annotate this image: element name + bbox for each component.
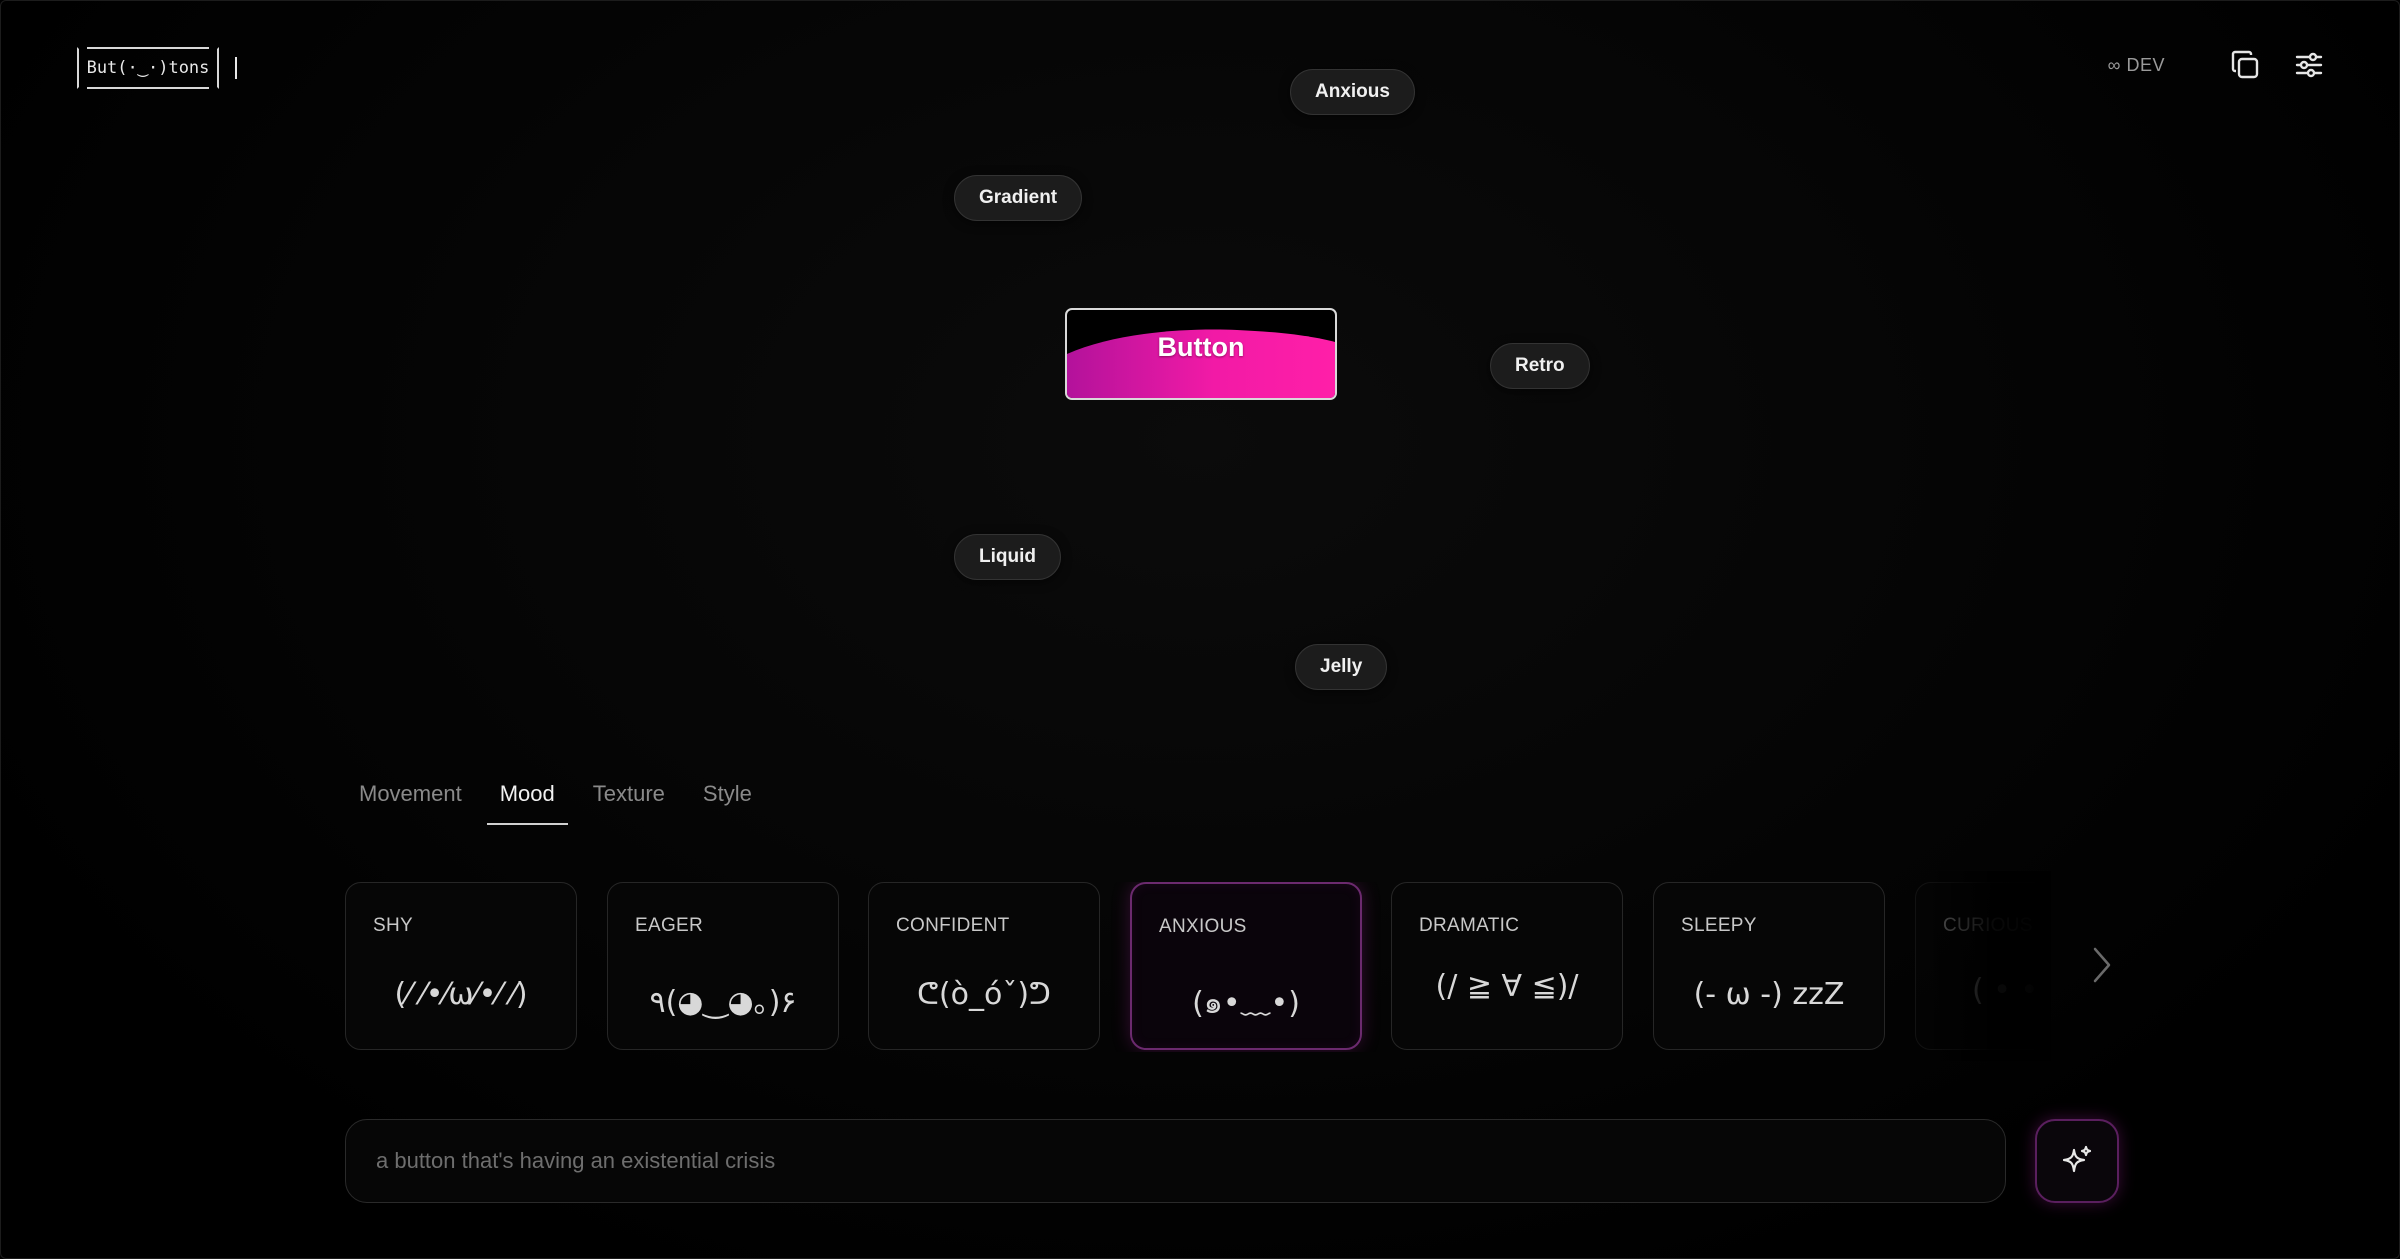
card-kaomoji: (- ω -) zzZ <box>1693 977 1845 1012</box>
chevron-right-icon <box>2093 947 2111 983</box>
card-title: DRAMATIC <box>1419 915 1520 936</box>
preview-button[interactable]: Button <box>1065 308 1337 400</box>
carousel-next-button[interactable] <box>2087 945 2117 985</box>
sliders-icon <box>2295 52 2323 78</box>
mood-card-carousel: SHY (⁄ ⁄•⁄ω⁄•⁄ ⁄) EAGER ٩(◕‿◕｡)۶ CONFIDE… <box>345 882 2045 1052</box>
logo-cursor <box>235 57 237 79</box>
mood-card-sleepy[interactable]: SLEEPY (- ω -) zzZ <box>1653 882 1885 1050</box>
category-tabs: Movement Mood Texture Style <box>346 771 777 825</box>
mood-card-confident[interactable]: CONFIDENT ᕦ(ò_óˇ)ᕤ <box>868 882 1100 1050</box>
card-title: SLEEPY <box>1681 915 1757 936</box>
card-title: CURIOUS <box>1943 915 2033 936</box>
mood-card-eager[interactable]: EAGER ٩(◕‿◕｡)۶ <box>607 882 839 1050</box>
tab-mood[interactable]: Mood <box>486 771 568 825</box>
card-title: ANXIOUS <box>1159 916 1247 937</box>
card-title: CONFIDENT <box>896 915 1010 936</box>
card-kaomoji: ( • • <box>1972 973 2039 1008</box>
card-kaomoji: ᕦ(ò_óˇ)ᕤ <box>917 977 1051 1012</box>
prompt-box <box>345 1119 2006 1203</box>
card-title: SHY <box>373 915 413 936</box>
tab-movement[interactable]: Movement <box>346 771 475 825</box>
card-kaomoji: (⁄ ⁄•⁄ω⁄•⁄ ⁄) <box>394 977 528 1012</box>
copy-button[interactable] <box>2225 45 2265 85</box>
mood-card-curious[interactable]: CURIOUS ( • • <box>1915 882 2045 1050</box>
mood-card-shy[interactable]: SHY (⁄ ⁄•⁄ω⁄•⁄ ⁄) <box>345 882 577 1050</box>
dev-badge: ∞ DEV <box>2107 54 2165 75</box>
chip-retro[interactable]: Retro <box>1490 343 1590 389</box>
logo-text: But(·‿·)tons <box>86 58 210 78</box>
chip-gradient[interactable]: Gradient <box>954 175 1083 221</box>
mood-card-anxious[interactable]: ANXIOUS (๑•﹏•) <box>1130 882 1362 1050</box>
prompt-input[interactable] <box>374 1147 1977 1175</box>
card-kaomoji: (๑•﹏•) <box>1192 986 1300 1021</box>
card-kaomoji: (/ ≧ ∀ ≦)/ <box>1435 969 1579 1004</box>
tab-style[interactable]: Style <box>690 771 765 825</box>
sparkle-icon <box>2062 1145 2092 1173</box>
generate-button[interactable] <box>2035 1119 2119 1203</box>
tab-texture[interactable]: Texture <box>580 771 678 825</box>
chip-liquid[interactable]: Liquid <box>954 534 1061 580</box>
header-controls: ∞ DEV <box>2108 45 2329 85</box>
settings-button[interactable] <box>2289 45 2329 85</box>
chip-anxious[interactable]: Anxious <box>1290 69 1415 115</box>
card-title: EAGER <box>635 915 704 936</box>
app-window: But(·‿·)tons ∞ DEV Anxious Gradient Retr… <box>0 0 2400 1259</box>
mood-card-dramatic[interactable]: DRAMATIC (/ ≧ ∀ ≦)/ <box>1391 882 1623 1050</box>
preview-button-label: Button <box>1157 332 1245 362</box>
chip-jelly[interactable]: Jelly <box>1295 644 1388 690</box>
card-kaomoji: ٩(◕‿◕｡)۶ <box>649 985 797 1020</box>
copy-icon <box>2231 50 2259 79</box>
app-logo[interactable]: But(·‿·)tons <box>77 47 219 89</box>
